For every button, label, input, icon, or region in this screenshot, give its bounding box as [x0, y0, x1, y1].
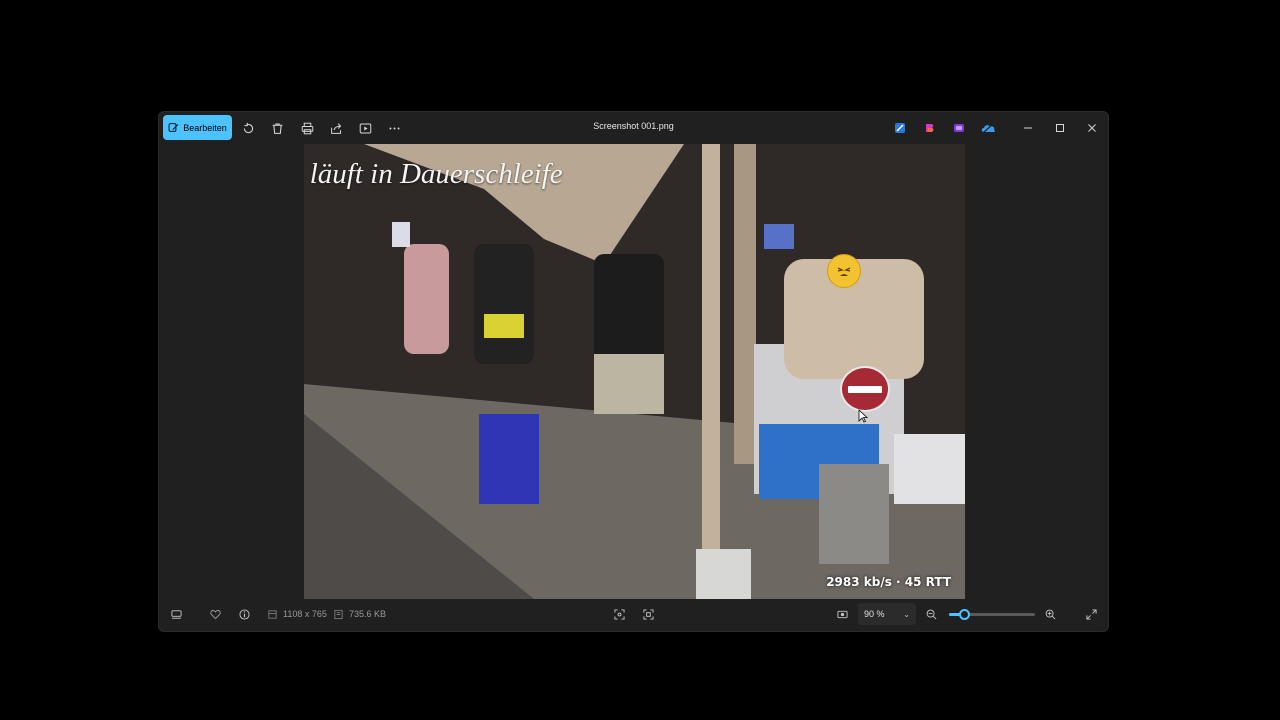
filmstrip-icon[interactable]	[171, 597, 182, 631]
favorite-icon[interactable]	[210, 597, 221, 631]
photo[interactable]: Das Video läuft in Dauerschleife 2983 kb…	[304, 144, 965, 599]
designer-icon[interactable]	[924, 121, 936, 133]
zoom-slider-thumb[interactable]	[959, 609, 971, 620]
mouse-cursor-icon	[858, 409, 868, 423]
no-entry-icon	[840, 366, 890, 412]
dimensions-text: 1108 x 765	[283, 609, 327, 619]
print-icon[interactable]	[297, 118, 317, 138]
file-size-info: 735.6 KB	[333, 597, 386, 631]
edit-icon	[168, 123, 179, 132]
zoom-slider[interactable]	[949, 609, 1035, 620]
video-caption: Das Video läuft in Dauerschleife	[304, 158, 563, 190]
paint-icon[interactable]	[894, 121, 906, 133]
edit-button-label: Bearbeiten	[183, 122, 227, 133]
status-bar: 1108 x 765 735.6 KB 90 % ⌄	[159, 597, 1108, 631]
maximize-icon[interactable]	[1044, 112, 1076, 144]
visual-search-icon[interactable]	[643, 597, 654, 631]
zoom-value: 90 %	[864, 609, 885, 619]
info-icon[interactable]	[239, 597, 250, 631]
dimensions-info: 1108 x 765	[267, 597, 327, 631]
file-size-icon	[334, 609, 343, 619]
share-icon[interactable]	[326, 118, 346, 138]
photos-window: Bearbeiten Screenshot 001.png läuft in D…	[158, 111, 1109, 632]
file-size-text: 735.6 KB	[349, 609, 387, 619]
rotate-icon[interactable]	[238, 118, 258, 138]
zoom-select[interactable]: 90 % ⌄	[858, 603, 916, 625]
image-viewer[interactable]: Das Video läuft in Dauerschleife 2983 kb…	[159, 144, 1108, 599]
edit-button[interactable]: Bearbeiten	[163, 115, 232, 140]
zoom-in-icon[interactable]	[1045, 597, 1056, 631]
title-bar: Bearbeiten Screenshot 001.png	[159, 112, 1108, 144]
clipchamp-icon[interactable]	[953, 121, 965, 133]
close-icon[interactable]	[1076, 112, 1108, 144]
crop-icon[interactable]	[614, 597, 625, 631]
delete-icon[interactable]	[267, 118, 287, 138]
onedrive-icon[interactable]	[981, 121, 996, 134]
actual-size-icon[interactable]	[837, 597, 848, 631]
tired-face-emoji	[827, 254, 861, 288]
chevron-down-icon: ⌄	[903, 609, 910, 619]
slideshow-icon[interactable]	[355, 118, 375, 138]
minimize-icon[interactable]	[1012, 112, 1044, 144]
dimensions-icon	[268, 609, 277, 619]
stream-stats: 2983 kb/s · 45 RTT	[826, 575, 951, 589]
more-icon[interactable]	[384, 118, 404, 138]
fullscreen-icon[interactable]	[1086, 597, 1097, 631]
zoom-out-icon[interactable]	[926, 597, 937, 631]
